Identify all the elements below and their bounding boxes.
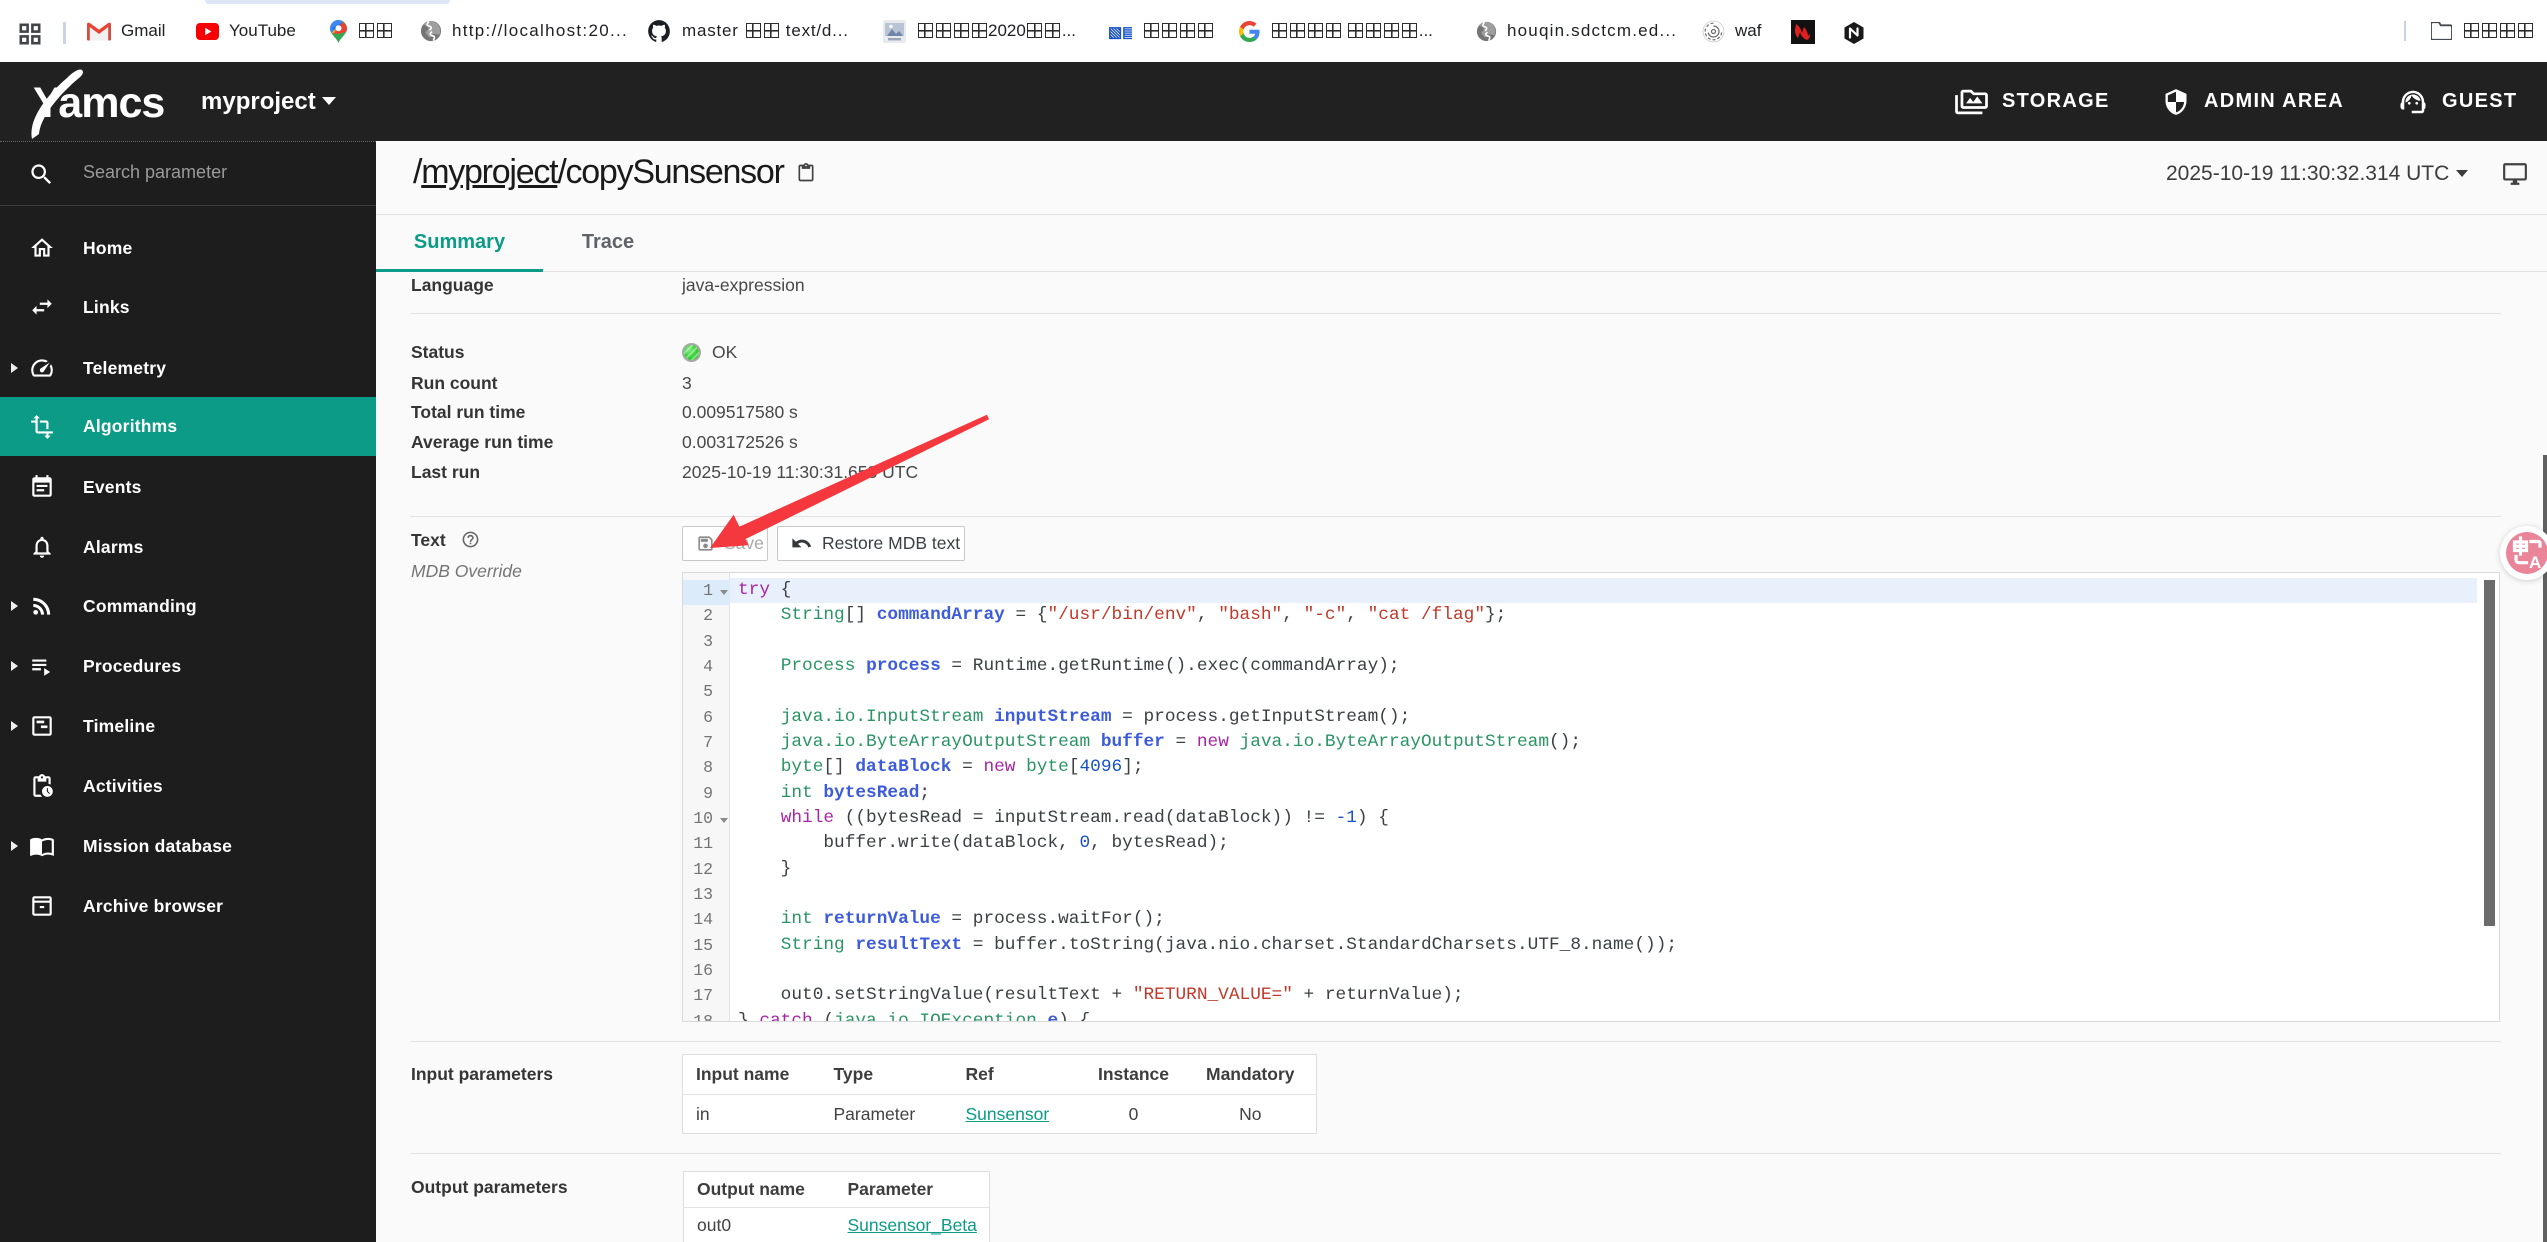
svg-text:▧▤: ▧▤	[1108, 24, 1132, 41]
